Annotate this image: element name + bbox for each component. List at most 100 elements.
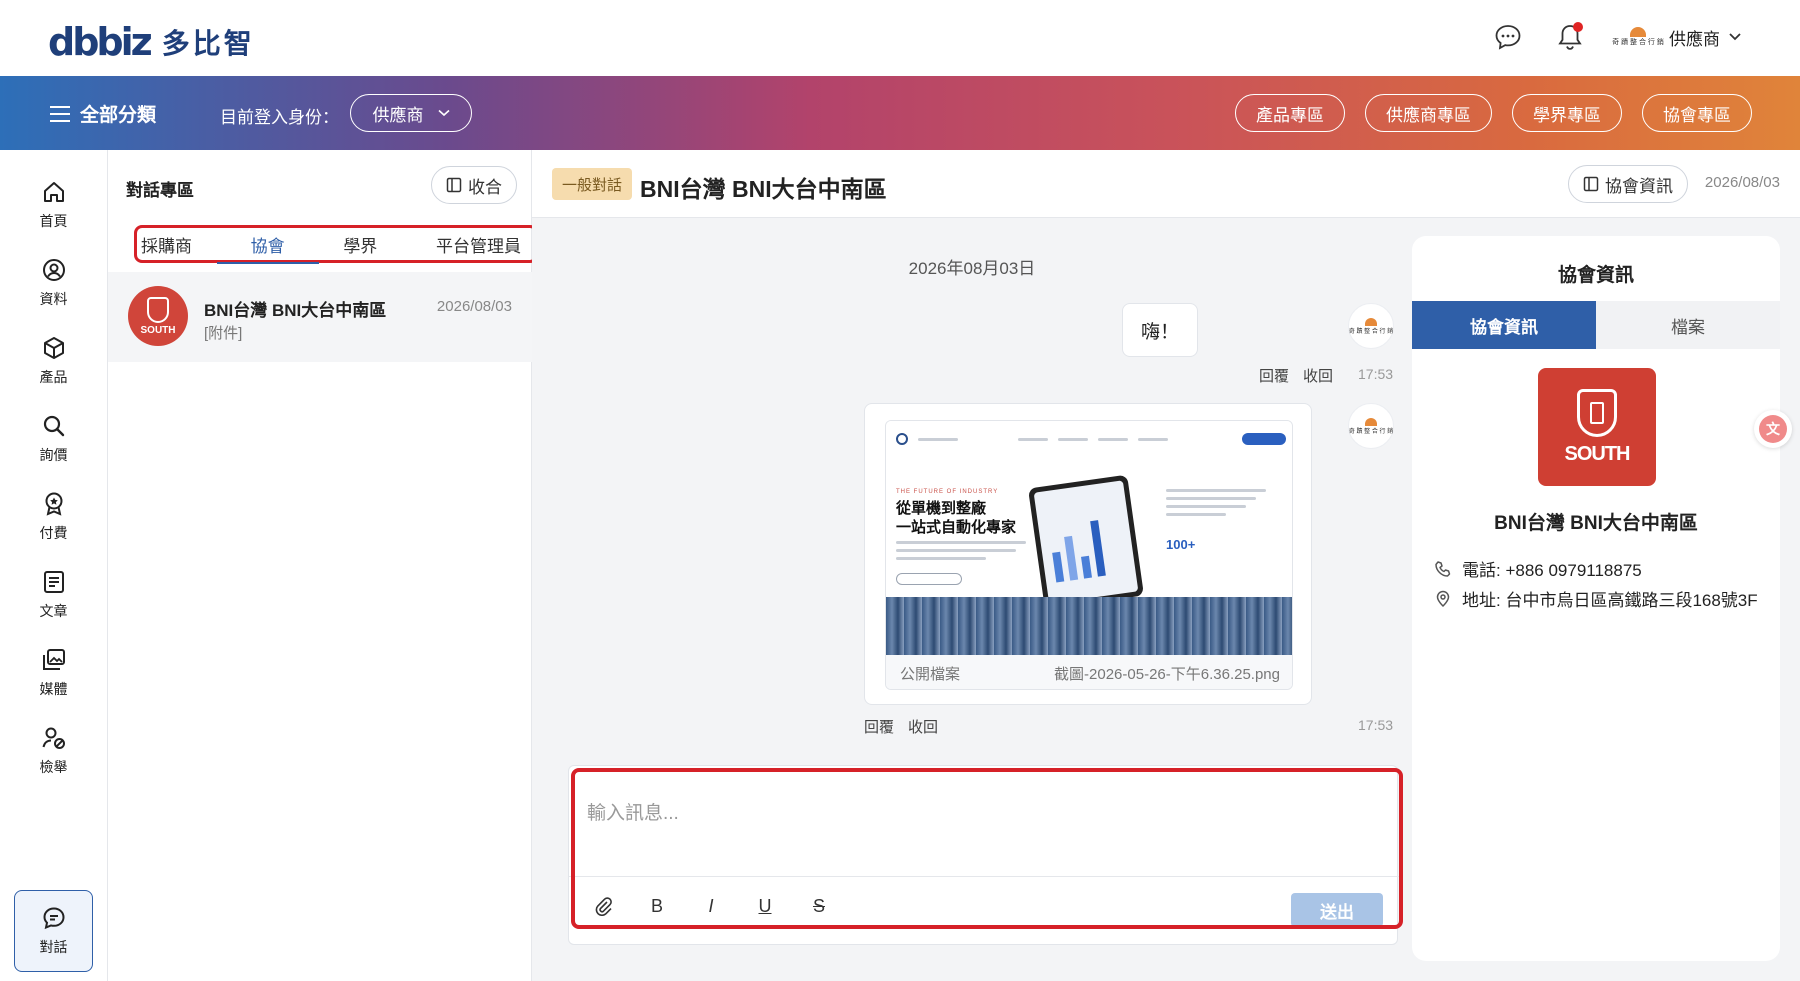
side-rail: 首頁 資料 產品 詢價 付費 文章 媒體 檢舉 對話 [0, 150, 108, 981]
box-icon [43, 337, 64, 359]
message-bubble: 嗨！ [1121, 303, 1198, 357]
conversation-type-badge: 一般對話 [552, 168, 633, 200]
bold-button[interactable]: B [647, 896, 667, 916]
tab-academia[interactable]: 學界 [343, 228, 377, 260]
tab-buyers[interactable]: 採購商 [141, 228, 192, 260]
location-pin-icon [1436, 590, 1450, 607]
nav-pill-suppliers[interactable]: 供應商專區 [1365, 94, 1492, 132]
conversation-item[interactable]: SOUTH BNI台灣 BNI大台中南區 [附件] 2026/08/03 [108, 272, 532, 362]
rail-label: 對話 [39, 939, 68, 955]
rail-item-home[interactable]: 首頁 [14, 164, 93, 246]
file-name[interactable]: 截圖-2026-05-26-下午6.36.25.png [1054, 663, 1280, 684]
badge-icon [45, 492, 62, 516]
rail-item-chat[interactable]: 對話 [14, 890, 93, 972]
rail-item-report[interactable]: 檢舉 [14, 710, 93, 792]
file-visibility: 公開檔案 [900, 665, 961, 683]
reply-action[interactable]: 回覆 [864, 716, 894, 737]
association-info-panel: 協會資訊 協會資訊 檔案 SOUTH BNI台灣 BNI大台中南區 電話: +8… [1412, 236, 1780, 961]
association-info-label: 協會資訊 [1605, 176, 1673, 196]
rail-item-media[interactable]: 媒體 [14, 632, 93, 714]
rail-label: 產品 [39, 369, 68, 385]
rail-label: 媒體 [39, 681, 68, 697]
category-navbar: 全部分類 目前登入身份： 供應商 產品專區 供應商專區 學界專區 協會專區 [0, 76, 1800, 150]
italic-button[interactable]: I [701, 896, 721, 916]
message-time: 17:53 [1358, 717, 1394, 733]
rail-label: 付費 [39, 525, 68, 541]
phone-text: 電話: +886 0979118875 [1462, 561, 1642, 580]
profile-icon [42, 259, 65, 281]
chat-title: BNI台灣 BNI大台中南區 [640, 176, 887, 202]
logo-mark: dbbiz [48, 20, 153, 64]
tab-platform-admin[interactable]: 平台管理員 [436, 228, 521, 260]
all-categories-menu[interactable]: 全部分類 [50, 100, 156, 127]
role-value: 供應商 [372, 105, 424, 125]
tab-association-info[interactable]: 協會資訊 [1412, 301, 1596, 349]
shield-icon [147, 296, 169, 323]
conversation-date: 2026/08/03 [436, 298, 512, 315]
rail-label: 詢價 [39, 447, 68, 463]
conversation-list-title: 對話專區 [126, 181, 194, 200]
association-name: BNI台灣 BNI大台中南區 [1494, 513, 1698, 534]
message-time: 17:53 [1358, 366, 1394, 382]
rail-item-inquiry[interactable]: 詢價 [14, 398, 93, 480]
chevron-down-icon [437, 109, 450, 117]
rail-item-articles[interactable]: 文章 [14, 554, 93, 636]
chat-bubble-icon[interactable] [1491, 20, 1525, 54]
home-icon [43, 182, 64, 202]
collapse-button[interactable]: 收合 [431, 166, 517, 204]
shield-icon [1577, 388, 1617, 437]
strikethrough-button[interactable]: S [809, 896, 829, 916]
association-logo: SOUTH [1538, 368, 1656, 486]
address-row: 地址: 台中市烏日區高鐵路三段168號3F [1434, 586, 1758, 611]
rail-label: 首頁 [39, 213, 68, 229]
search-icon [43, 415, 64, 437]
rail-item-profile[interactable]: 資料 [14, 242, 93, 324]
media-icon [42, 649, 65, 670]
address-text: 地址: 台中市烏日區高鐵路三段168號3F [1462, 591, 1758, 610]
translate-button[interactable]: 文 [1754, 410, 1792, 448]
conversation-preview: [附件] [204, 325, 243, 342]
message-composer: B I U S 送出 [568, 765, 1399, 945]
send-button[interactable]: 送出 [1291, 893, 1383, 927]
recall-action[interactable]: 收回 [908, 716, 938, 737]
file-message[interactable]: THE FUTURE OF INDUSTRY 從單機到整廠 一站式自動化專家 10… [864, 403, 1312, 705]
rail-label: 資料 [39, 291, 68, 307]
association-info-button[interactable]: 協會資訊 [1568, 165, 1688, 203]
attachment-icon[interactable] [593, 896, 613, 916]
tab-files[interactable]: 檔案 [1596, 301, 1780, 349]
conversation-name: BNI台灣 BNI大台中南區 [204, 301, 387, 320]
chat-header-date: 2026/08/03 [1704, 174, 1780, 191]
all-categories-label: 全部分類 [80, 105, 157, 126]
nav-pill-products[interactable]: 產品專區 [1235, 94, 1345, 132]
hamburger-icon [50, 105, 70, 122]
rail-item-payment[interactable]: 付費 [14, 476, 93, 558]
underline-button[interactable]: U [755, 896, 775, 916]
user-menu[interactable]: 奇 蹟 整 合 行 銷 供應商 [1612, 23, 1742, 51]
role-select[interactable]: 供應商 [350, 94, 472, 132]
association-avatar: SOUTH [128, 286, 188, 346]
brand-logo[interactable]: dbbiz 多比智 [48, 22, 255, 62]
logo-text: 多比智 [161, 28, 255, 59]
phone-row: 電話: +886 0979118875 [1434, 556, 1642, 581]
message-input[interactable] [587, 794, 1377, 834]
info-panel-title: 協會資訊 [1557, 265, 1634, 286]
rail-item-products[interactable]: 產品 [14, 320, 93, 402]
tab-associations[interactable]: 協會 [216, 228, 319, 264]
article-icon [43, 571, 64, 593]
user-org-logo: 奇 蹟 整 合 行 銷 [1612, 23, 1664, 51]
rail-label: 文章 [39, 603, 68, 619]
report-user-icon [42, 727, 65, 749]
collapse-label: 收合 [468, 177, 502, 197]
nav-pill-academia[interactable]: 學界專區 [1512, 94, 1622, 132]
notification-dot [1573, 22, 1583, 32]
user-name: 供應商 [1669, 29, 1720, 49]
chat-header: 一般對話 BNI台灣 BNI大台中南區 協會資訊 2026/08/03 [532, 150, 1800, 218]
nav-pill-associations[interactable]: 協會專區 [1642, 94, 1752, 132]
reply-action[interactable]: 回覆 [1259, 365, 1289, 386]
bell-icon[interactable] [1553, 20, 1587, 54]
date-separator: 2026年08月03日 [908, 259, 1036, 278]
recall-action[interactable]: 收回 [1303, 365, 1333, 386]
file-preview[interactable]: THE FUTURE OF INDUSTRY 從單機到整廠 一站式自動化專家 10… [885, 420, 1293, 690]
panel-icon [1583, 176, 1599, 192]
panel-collapse-icon [446, 177, 462, 193]
